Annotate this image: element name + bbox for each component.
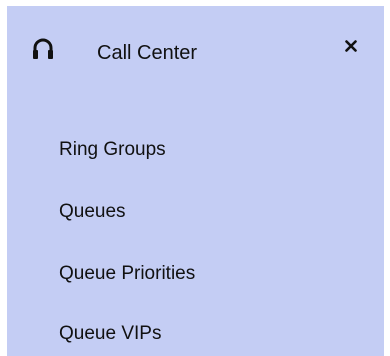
- menu-item-ring-groups[interactable]: Ring Groups: [59, 139, 166, 161]
- call-center-menu-panel: Call Center Ring Groups Queues Queue Pri…: [7, 6, 384, 356]
- headset-icon: [32, 37, 54, 61]
- menu-item-queue-priorities[interactable]: Queue Priorities: [59, 263, 195, 285]
- panel-header: Call Center: [7, 6, 384, 96]
- close-icon[interactable]: [343, 38, 359, 54]
- panel-title: Call Center: [97, 42, 198, 64]
- menu-item-queue-vips[interactable]: Queue VIPs: [59, 323, 161, 345]
- menu-item-queues[interactable]: Queues: [59, 201, 126, 223]
